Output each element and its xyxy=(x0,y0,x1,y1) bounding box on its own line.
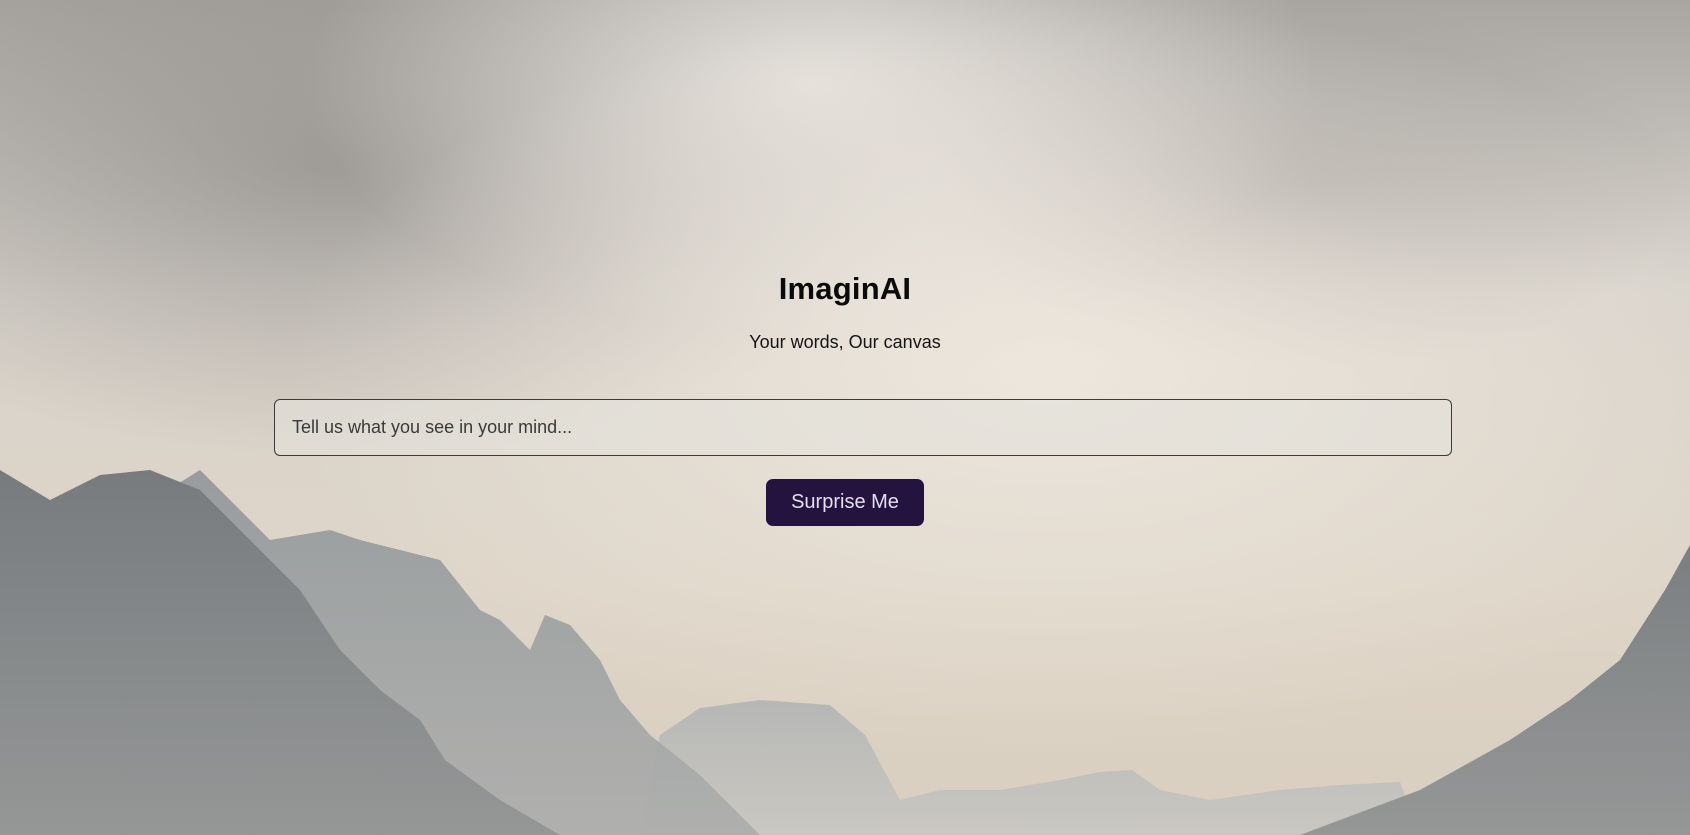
surprise-me-button[interactable]: Surprise Me xyxy=(766,479,924,526)
app-title: ImaginAI xyxy=(778,271,912,306)
app-tagline: Your words, Our canvas xyxy=(749,332,941,352)
prompt-input[interactable] xyxy=(274,399,1452,456)
hero-section: ImaginAI Your words, Our canvas Surprise… xyxy=(0,0,1690,835)
